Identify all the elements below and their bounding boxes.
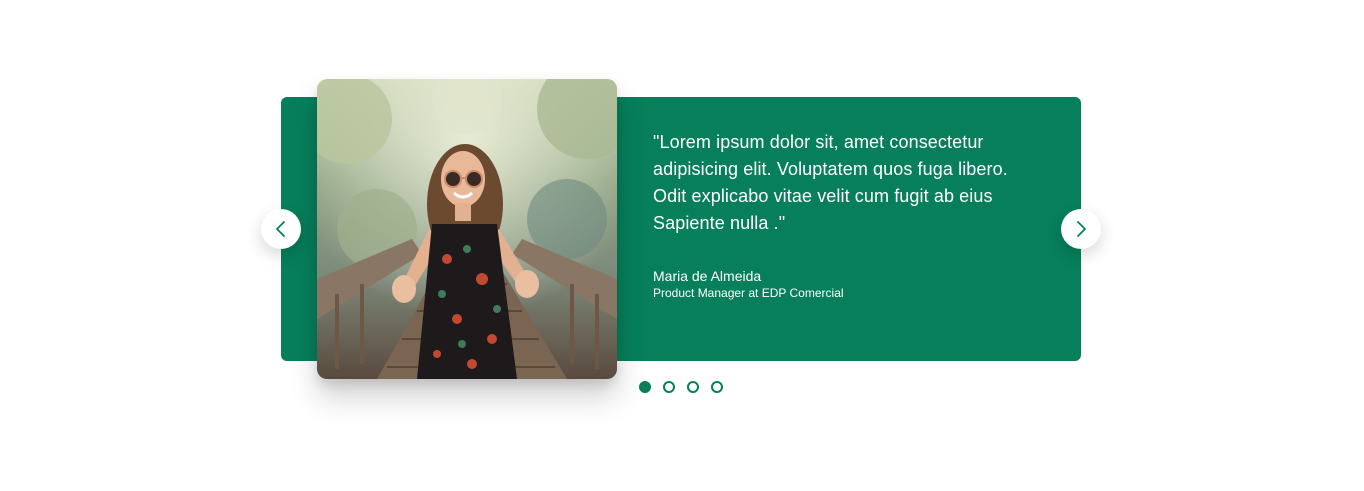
pagination-dots xyxy=(639,381,723,393)
testimonial-quote: "Lorem ipsum dolor sit, amet consectetur… xyxy=(653,132,1008,233)
pagination-dot[interactable] xyxy=(687,381,699,393)
next-button[interactable] xyxy=(1061,209,1101,249)
author-role: Product Manager at EDP Comercial xyxy=(653,286,844,300)
pagination-dot[interactable] xyxy=(711,381,723,393)
pagination-dot[interactable] xyxy=(639,381,651,393)
chevron-right-icon xyxy=(1077,221,1086,237)
chevron-left-icon xyxy=(276,221,285,237)
pagination-dot[interactable] xyxy=(663,381,675,393)
portrait-image xyxy=(317,79,617,379)
author-name: Maria de Almeida xyxy=(653,268,762,284)
testimonial-carousel: "Lorem ipsum dolor sit, amet consectetur… xyxy=(0,0,1364,491)
testimonial-photo xyxy=(317,79,617,379)
previous-button[interactable] xyxy=(261,209,301,249)
